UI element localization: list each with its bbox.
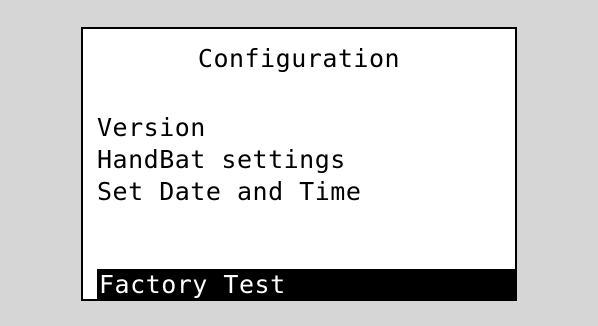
device-screen: Configuration Version HandBat settings S… xyxy=(81,27,517,301)
menu-item-set-date-and-time[interactable]: Set Date and Time xyxy=(97,177,361,207)
screen-title: Configuration xyxy=(197,44,401,73)
menu-item-handbat-settings[interactable]: HandBat settings xyxy=(97,145,346,175)
menu-item-version[interactable]: Version xyxy=(97,113,206,143)
menu-item-factory-test-selected[interactable]: Factory Test xyxy=(97,269,517,300)
